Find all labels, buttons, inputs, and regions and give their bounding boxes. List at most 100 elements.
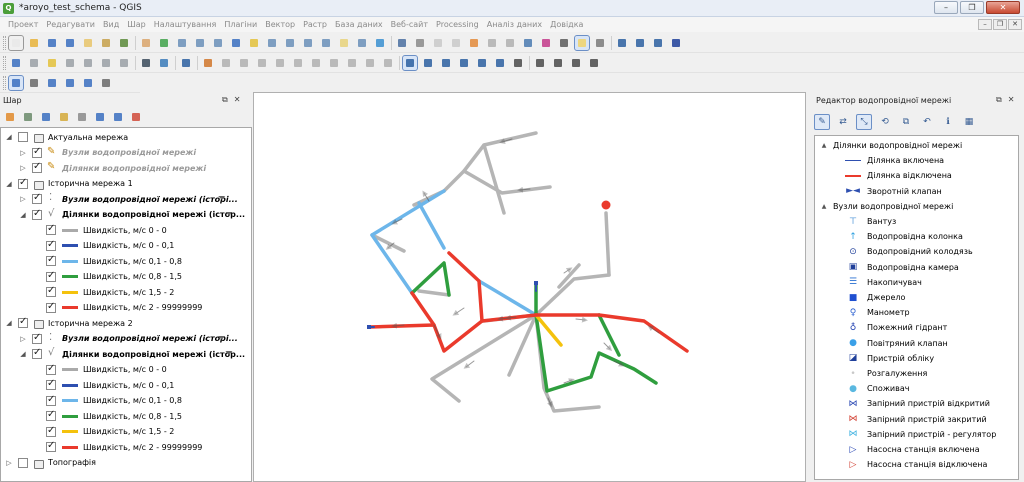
attribute-table-icon[interactable] <box>485 36 499 50</box>
add-spatialite-icon[interactable] <box>63 56 77 70</box>
add-raster-icon[interactable] <box>45 56 59 70</box>
show-bookmarks-icon[interactable] <box>355 36 369 50</box>
visibility-checkbox[interactable] <box>46 363 56 375</box>
legend-item[interactable]: ⊙ Водопровідний колодязь <box>815 244 972 259</box>
pipe-lightblue[interactable] <box>477 279 538 317</box>
new-print-layout-icon[interactable] <box>81 36 95 50</box>
visibility-checkbox[interactable] <box>32 192 42 204</box>
menu-database[interactable]: База даних <box>331 20 387 29</box>
visibility-checkbox[interactable] <box>46 301 56 313</box>
save-project-icon[interactable] <box>45 36 59 50</box>
toolbox-icon[interactable] <box>521 36 535 50</box>
plugin-c-icon[interactable] <box>669 36 683 50</box>
visibility-checkbox[interactable] <box>46 254 56 266</box>
network-map[interactable] <box>254 93 806 482</box>
undo-icon[interactable] <box>363 56 377 70</box>
layout-icon[interactable] <box>81 76 95 90</box>
zoom-in-icon[interactable] <box>175 36 189 50</box>
delete-selected-icon[interactable] <box>291 56 305 70</box>
menu-edit[interactable]: Редагувати <box>42 20 99 29</box>
layer-row[interactable]: ▷ Ділянки водопровідної мережі <box>1 160 206 176</box>
menu-web[interactable]: Веб-сайт <box>387 20 432 29</box>
new-project-icon[interactable] <box>8 34 24 51</box>
visibility-checkbox[interactable] <box>32 347 42 359</box>
legend-group-header[interactable]: ▲ Ділянки водопровідної мережі <box>815 138 963 153</box>
legend-item[interactable]: ▷ Насосна станція включена <box>815 442 980 457</box>
swap-icon[interactable]: ⇄ <box>835 114 851 130</box>
snapping-icon[interactable] <box>402 54 418 71</box>
current-edits-icon[interactable] <box>219 56 233 70</box>
trash-icon[interactable] <box>99 76 113 90</box>
layer-group-row[interactable]: ▷ Топографія <box>1 455 96 471</box>
red-node[interactable] <box>601 200 611 210</box>
legend-item[interactable]: ↑ Водопровідна колонка <box>815 229 963 244</box>
search-icon[interactable] <box>533 56 547 70</box>
filter-icon[interactable]: ⏷ <box>218 194 228 204</box>
menu-layer[interactable]: Шар <box>123 20 150 29</box>
frame-icon[interactable] <box>63 76 77 90</box>
run-action-icon[interactable] <box>413 36 427 50</box>
copy-icon[interactable]: ⧉ <box>898 114 914 130</box>
filter-icon[interactable]: ⏷ <box>218 333 228 344</box>
topology-icon[interactable] <box>475 56 489 70</box>
expand-arrow-icon[interactable]: ▷ <box>19 164 27 172</box>
pipe-red[interactable] <box>447 251 484 323</box>
layer-row[interactable]: ▷ Вузли водопровідної мережі <box>1 145 196 161</box>
filter-icon[interactable]: ⏷ <box>225 349 235 359</box>
refresh-icon[interactable] <box>373 36 387 50</box>
legend-class-row[interactable]: Швидкість, м/с 0,1 - 0,8 <box>1 253 182 269</box>
legend-class-row[interactable]: Швидкість, м/с 0 - 0 <box>1 362 167 378</box>
plugin-a-icon[interactable] <box>633 36 647 50</box>
add-feature-icon[interactable] <box>255 56 269 70</box>
expand-arrow-icon[interactable]: ▷ <box>19 195 27 203</box>
legend-class-row[interactable]: Швидкість, м/с 1,5 - 2 <box>1 284 174 300</box>
field-calculator-icon[interactable] <box>503 36 517 50</box>
legend-item[interactable]: ☰ Накопичувач <box>815 275 922 290</box>
menu-project[interactable]: Проект <box>4 20 42 29</box>
expand-all-icon[interactable] <box>93 110 107 124</box>
mdi-restore-button[interactable]: ❐ <box>993 19 1007 30</box>
visibility-checkbox[interactable] <box>32 208 42 220</box>
text-annotation-icon[interactable] <box>593 36 607 50</box>
zoom-to-layer-icon[interactable] <box>265 36 279 50</box>
measure-icon[interactable] <box>557 36 571 50</box>
layout-manager-icon[interactable] <box>99 36 113 50</box>
select-features-icon[interactable] <box>431 36 445 50</box>
blue-node[interactable] <box>367 325 371 329</box>
zoom-native-icon[interactable] <box>211 36 225 50</box>
editor-close-button[interactable]: ✕ <box>1008 95 1015 105</box>
zoom-to-selection-icon[interactable] <box>247 36 261 50</box>
snap-type-icon[interactable] <box>439 56 453 70</box>
visibility-checkbox[interactable] <box>46 223 56 235</box>
legend-item[interactable]: ⊤ Вантуз <box>815 214 896 229</box>
collapse-arrow-icon[interactable]: ◢ <box>19 350 27 358</box>
table-icon[interactable]: ▦ <box>961 114 977 130</box>
editor-float-button[interactable]: ⧉ <box>996 95 1002 105</box>
menu-vector[interactable]: Вектор <box>261 20 299 29</box>
edit-pencil-icon[interactable]: ✎ <box>814 114 830 130</box>
pipe-grey[interactable] <box>534 273 611 317</box>
pipe-lightblue[interactable] <box>417 201 446 250</box>
legend-item[interactable]: ● Повітряний клапан <box>815 336 948 351</box>
redo-icon[interactable] <box>381 56 395 70</box>
zoom-next-icon[interactable] <box>301 36 315 50</box>
water-drop-icon[interactable] <box>615 36 629 50</box>
layer-row[interactable]: ◢ Ділянки водопровідної мережі (істор...⏷ <box>1 207 245 223</box>
maximize-button[interactable]: ❐ <box>960 1 984 14</box>
layers-close-button[interactable]: ✕ <box>234 95 241 105</box>
collapse-arrow-icon[interactable]: ◢ <box>5 180 13 188</box>
move-icon[interactable]: ⤡ <box>856 114 872 130</box>
toolbar-grip[interactable] <box>3 35 6 50</box>
legend-item[interactable]: ⋈ Запірний пристрій відкритий <box>815 396 990 411</box>
share-icon[interactable] <box>27 76 41 90</box>
pipe-red[interactable] <box>410 291 436 327</box>
layer-row[interactable]: ▷ Вузли водопровідної мережі (історі...⏷ <box>1 191 238 207</box>
manage-map-themes-icon[interactable] <box>39 110 53 124</box>
zoom-full-icon[interactable] <box>229 36 243 50</box>
add-postgis-icon[interactable] <box>81 56 95 70</box>
zoom-out-icon[interactable] <box>193 36 207 50</box>
visibility-checkbox[interactable] <box>18 132 28 142</box>
add-group-icon[interactable] <box>21 110 35 124</box>
legend-item[interactable]: ►◄ Зворотній клапан <box>815 184 942 199</box>
pipe-green[interactable] <box>597 313 621 357</box>
